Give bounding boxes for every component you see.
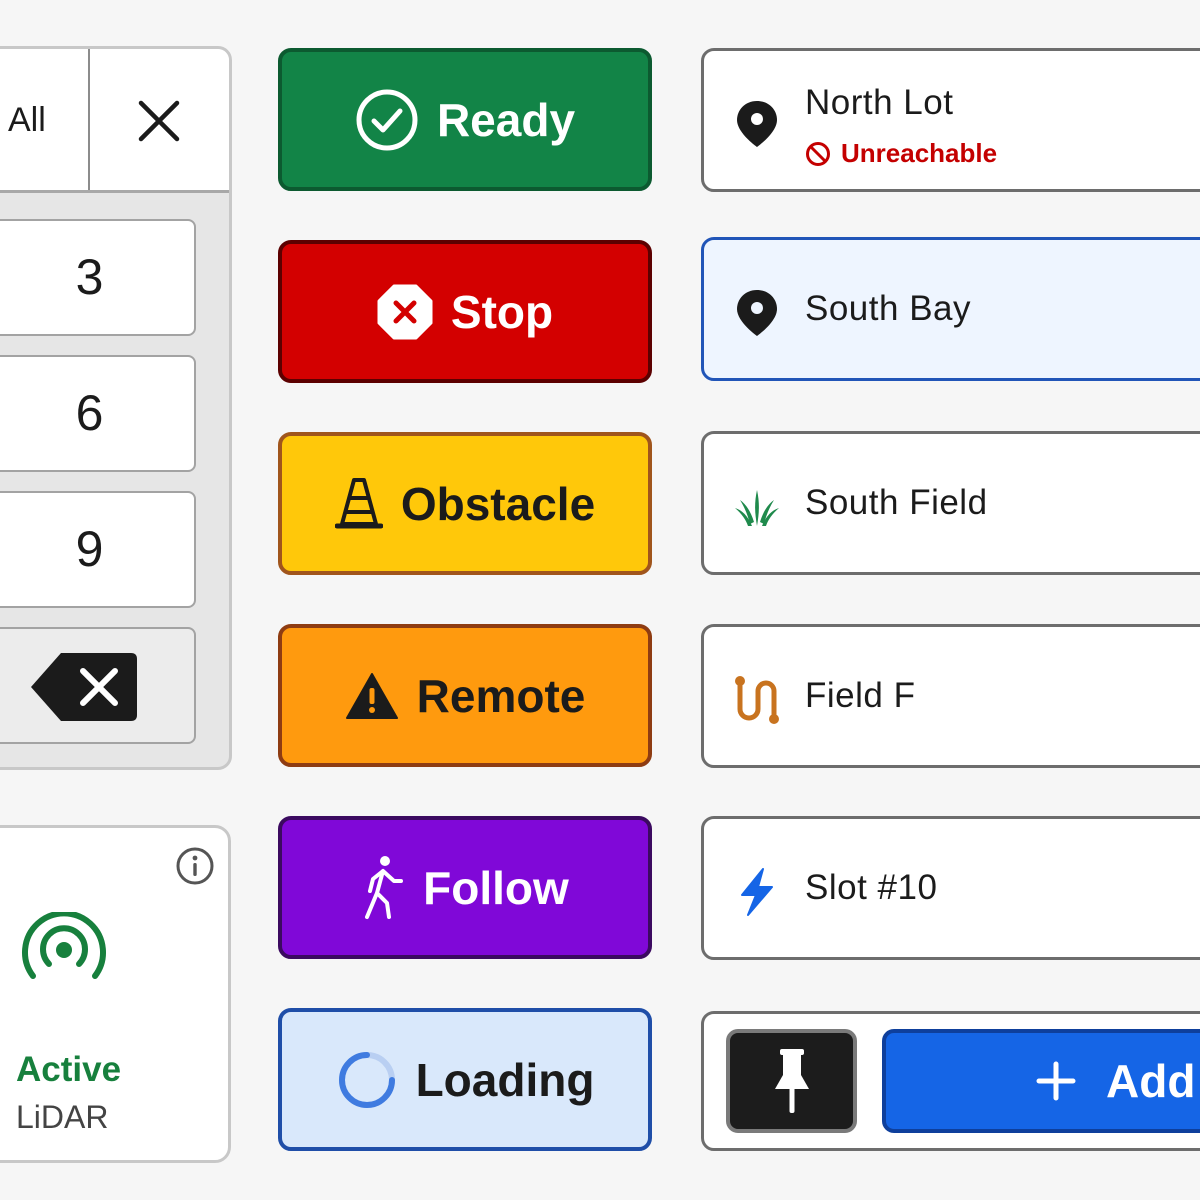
pin-button[interactable] [726, 1029, 857, 1133]
backspace-icon [31, 653, 137, 721]
stop-octagon-icon [377, 284, 433, 339]
keypad-panel: All 3 6 9 [0, 46, 232, 770]
location-name: South Field [805, 483, 988, 522]
location-slot-10[interactable]: Slot #10 [701, 816, 1200, 960]
sensor-label: LiDAR [16, 1099, 109, 1135]
key-9[interactable]: 9 [0, 491, 196, 608]
action-toolbar: Add [701, 1011, 1200, 1151]
location-north-lot[interactable]: North Lot Unreachable [701, 48, 1200, 192]
route-icon [735, 676, 779, 724]
remote-label: Remote [416, 669, 586, 722]
location-name: South Bay [805, 289, 971, 328]
key-3[interactable]: 3 [0, 219, 196, 336]
check-circle-icon [356, 89, 418, 150]
ready-label: Ready [436, 93, 576, 146]
location-name: Field F [805, 676, 916, 715]
backspace-key[interactable] [0, 627, 196, 744]
loading-button[interactable]: Loading [278, 1008, 652, 1151]
location-name: North Lot [805, 83, 954, 122]
info-icon[interactable] [175, 846, 215, 886]
stop-label: Stop [450, 285, 554, 338]
location-name: Slot #10 [805, 868, 938, 907]
lightning-icon [741, 868, 773, 916]
ready-button[interactable]: Ready [278, 48, 652, 191]
follow-button[interactable]: Follow [278, 816, 652, 959]
radar-signal-icon [22, 912, 106, 979]
add-label: Add [1106, 1055, 1196, 1107]
obstacle-button[interactable]: Obstacle [278, 432, 652, 575]
spinner-icon [338, 1051, 395, 1108]
location-status: Unreachable [805, 138, 997, 169]
pushpin-icon [774, 1049, 809, 1113]
close-icon[interactable] [137, 99, 181, 143]
walking-person-icon [365, 855, 404, 919]
map-pin-icon [737, 101, 777, 147]
traffic-cone-icon [334, 477, 383, 528]
all-button[interactable]: All [8, 101, 46, 140]
location-south-field[interactable]: South Field [701, 431, 1200, 575]
location-status-label: Unreachable [841, 138, 998, 168]
sensor-status: Active [16, 1050, 122, 1089]
key-6[interactable]: 6 [0, 355, 196, 472]
location-field-f[interactable]: Field F [701, 624, 1200, 768]
remote-button[interactable]: Remote [278, 624, 652, 767]
stop-button[interactable]: Stop [278, 240, 652, 383]
keypad-header: All [0, 49, 229, 193]
obstacle-label: Obstacle [400, 477, 596, 530]
sensor-card[interactable]: Active LiDAR [0, 825, 231, 1163]
add-button[interactable]: Add [882, 1029, 1200, 1133]
grass-icon [735, 490, 779, 526]
header-divider [88, 49, 90, 190]
location-south-bay[interactable]: South Bay [701, 237, 1200, 381]
follow-label: Follow [423, 861, 569, 914]
blocked-icon [806, 141, 830, 166]
map-pin-icon [737, 290, 777, 336]
loading-label: Loading [415, 1053, 595, 1106]
plus-icon [1036, 1061, 1076, 1101]
warning-triangle-icon [345, 672, 398, 719]
